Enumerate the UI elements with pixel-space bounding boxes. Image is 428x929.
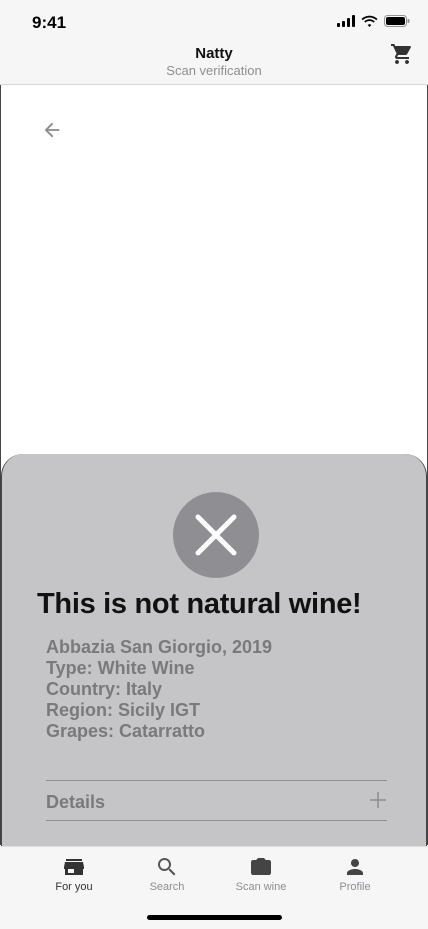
tab-label: Profile [339,881,371,893]
tab-label: Scan wine [235,881,287,893]
result-title: This is not natural wine! [37,588,362,620]
page-title: Natty [195,45,233,62]
tab-scan-wine[interactable]: Scan wine [214,847,308,897]
details-label: Details [46,792,106,812]
tab-label: Search [149,881,185,893]
wine-region: Region: Sicily IGT [46,700,201,720]
wine-name: Abbazia San Giorgio, 2019 [46,637,273,657]
battery-icon [384,15,410,27]
page-subtitle: Scan verification [166,63,262,78]
status-icons [337,15,410,27]
details-divider-bottom [46,820,387,821]
plus-icon[interactable] [369,791,387,809]
tab-search[interactable]: Search [120,847,214,897]
wine-grapes: Grapes: Catarratto [46,721,206,741]
wine-type: Type: White Wine [46,658,195,678]
camera-icon [251,858,271,875]
cart-icon[interactable] [390,42,414,66]
tab-label: For you [55,881,93,893]
tab-for-you[interactable]: For you [27,847,121,897]
store-icon [64,859,84,875]
details-expander[interactable]: Details [46,781,387,821]
close-icon [195,514,237,556]
person-icon [347,859,363,875]
not-natural-badge [173,492,259,578]
status-time: 9:41 [32,13,67,32]
tab-profile[interactable]: Profile [308,847,402,897]
back-arrow-icon[interactable] [41,119,63,141]
wine-info: Abbazia San Giorgio, 2019 Type: White Wi… [46,637,272,742]
result-sheet: This is not natural wine! Abbazia San Gi… [1,454,427,846]
home-indicator [147,915,282,920]
search-icon [158,858,176,876]
tab-bar: For you Search Scan wine Profile [0,846,428,929]
wifi-icon [361,15,378,27]
wine-country: Country: Italy [46,679,163,699]
status-bar: 9:41 [0,0,428,40]
nav-bar: Natty Scan verification [0,40,428,85]
cellular-signal-icon [337,15,355,27]
